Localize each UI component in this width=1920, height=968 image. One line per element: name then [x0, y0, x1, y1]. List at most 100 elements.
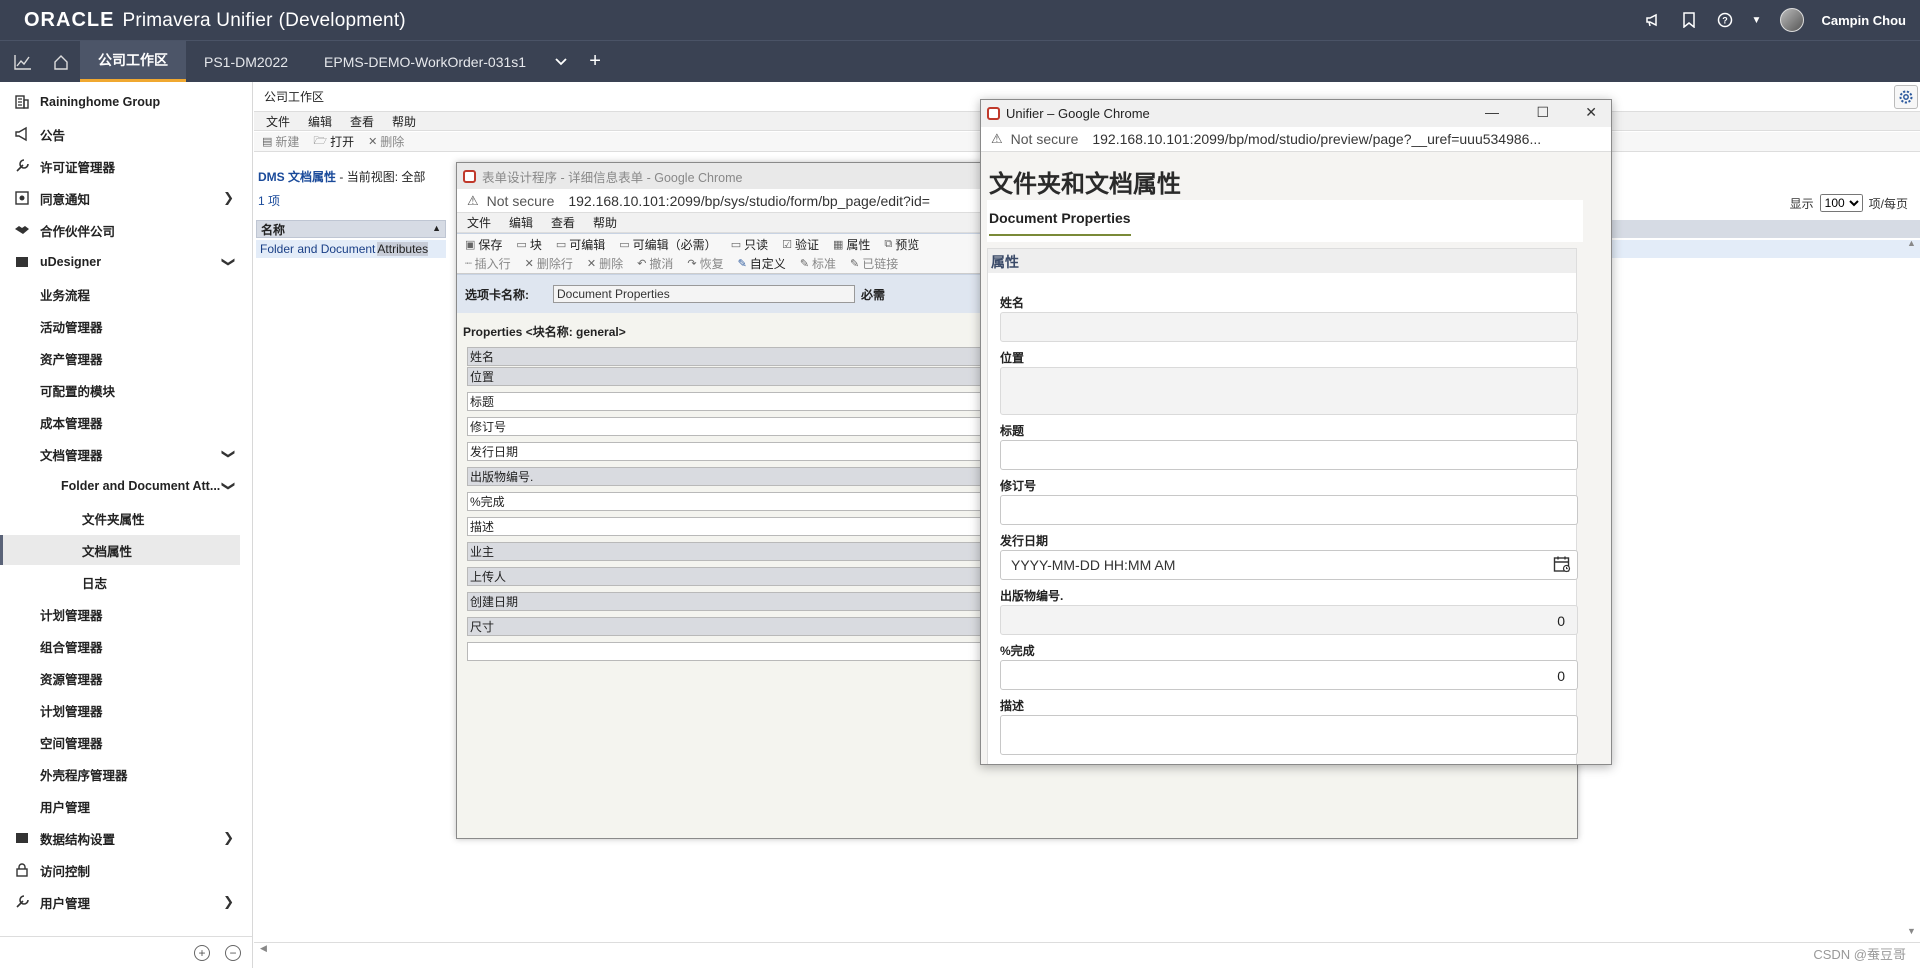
- sidebar-item-announcements[interactable]: 公告: [0, 119, 240, 149]
- sidebar-item-user-management[interactable]: 用户管理 ❯: [0, 887, 240, 917]
- designer-menu-help[interactable]: 帮助: [593, 214, 617, 231]
- form-row-created-date[interactable]: 创建日期: [467, 592, 987, 611]
- form-row-owner[interactable]: 业主: [467, 542, 987, 561]
- open-button[interactable]: 🗁 打开: [313, 132, 354, 151]
- chevron-down-icon[interactable]: ❯: [221, 257, 237, 268]
- form-row-uploaded-by[interactable]: 上传人: [467, 567, 987, 586]
- page-size-select[interactable]: 100: [1819, 194, 1863, 212]
- form-row-name[interactable]: 姓名: [467, 347, 987, 366]
- new-button[interactable]: ▤ 新建: [262, 133, 299, 150]
- undo-button[interactable]: ↶ 撤消: [637, 255, 673, 272]
- tab-document-properties[interactable]: Document Properties: [989, 210, 1131, 236]
- home-icon[interactable]: [42, 41, 80, 82]
- form-row-issue-date[interactable]: 发行日期: [467, 442, 987, 461]
- form-row-empty[interactable]: [467, 642, 987, 661]
- tab-ps1-dm2022[interactable]: PS1-DM2022: [186, 41, 306, 82]
- sidebar-item-document-manager[interactable]: 文档管理器 ❯: [0, 439, 240, 469]
- sidebar-item-license-manager[interactable]: 许可证管理器: [0, 151, 240, 181]
- menu-edit[interactable]: 编辑: [308, 113, 332, 130]
- sidebar-item-shell-manager[interactable]: 外壳程序管理器: [0, 759, 240, 789]
- tab-epms-demo[interactable]: EPMS-DEMO-WorkOrder-031s1: [306, 41, 544, 82]
- sidebar-item-folder-doc-attributes[interactable]: Folder and Document Att... ❯: [0, 471, 240, 501]
- help-dropdown-icon[interactable]: ▼: [1752, 11, 1762, 29]
- sidebar-item-schedule-manager[interactable]: 计划管理器: [0, 695, 240, 725]
- chevron-right-icon[interactable]: ❯: [223, 894, 234, 910]
- linked-button[interactable]: ✎ 已链接: [850, 255, 898, 272]
- scroll-left-icon[interactable]: ◀: [260, 943, 267, 954]
- preview-addressbar[interactable]: ⚠ Not secure 192.168.10.101:2099/bp/mod/…: [981, 127, 1611, 152]
- chevron-right-icon[interactable]: ❯: [223, 830, 234, 846]
- sidebar-item-log[interactable]: 日志: [0, 567, 240, 597]
- sidebar-item-consent-notice[interactable]: 同意通知 ❯: [0, 183, 240, 213]
- scroll-down-icon[interactable]: ▼: [1907, 926, 1916, 936]
- editable-required-button[interactable]: ▭ 可编辑（必需）: [619, 236, 716, 253]
- avatar[interactable]: [1779, 8, 1804, 32]
- preview-button[interactable]: ⧉ 预览: [884, 236, 919, 253]
- bookmark-icon[interactable]: [1680, 11, 1698, 29]
- sidebar-item-space-manager[interactable]: 空间管理器: [0, 727, 240, 757]
- sidebar-item-user-administration[interactable]: 用户管理: [0, 791, 240, 821]
- announcement-icon[interactable]: [1644, 11, 1662, 29]
- minimize-icon[interactable]: —: [1485, 104, 1499, 120]
- sidebar-item-company[interactable]: Raininghome Group: [0, 87, 240, 117]
- delete-row-button[interactable]: ✕ 删除行: [525, 255, 573, 272]
- properties-button[interactable]: ▦ 属性: [833, 236, 870, 253]
- sidebar-item-document-attributes[interactable]: 文档属性: [0, 535, 240, 565]
- sidebar-item-folder-attributes[interactable]: 文件夹属性: [0, 503, 240, 533]
- readonly-button[interactable]: ▭ 只读: [731, 236, 768, 253]
- form-row-title[interactable]: 标题: [467, 392, 987, 411]
- sidebar-item-access-control[interactable]: 访问控制: [0, 855, 240, 885]
- sidebar-item-activity-manager[interactable]: 活动管理器: [0, 311, 240, 341]
- add-tab-icon[interactable]: +: [578, 41, 612, 82]
- tab-company-workspace[interactable]: 公司工作区: [80, 41, 186, 82]
- delete-button[interactable]: ✕ 删除: [368, 133, 404, 150]
- sidebar-item-planning-manager[interactable]: 计划管理器: [0, 599, 240, 629]
- revision-input[interactable]: [1000, 495, 1578, 525]
- help-icon[interactable]: ?: [1716, 11, 1734, 29]
- maximize-icon[interactable]: ☐: [1536, 104, 1549, 121]
- form-row-pub-no[interactable]: 出版物编号.: [467, 467, 987, 486]
- form-row-size[interactable]: 尺寸: [467, 617, 987, 636]
- dashboard-icon[interactable]: [4, 41, 42, 82]
- table-row[interactable]: Folder and Document Attributes: [256, 240, 446, 258]
- issue-date-input[interactable]: YYYY-MM-DD HH:MM AM: [1000, 550, 1578, 580]
- vertical-scrollbar[interactable]: ▲ ▼: [1904, 238, 1920, 938]
- brand-logo[interactable]: ORACLE Primavera Unifier (Development): [24, 9, 406, 32]
- sidebar-item-cost-manager[interactable]: 成本管理器: [0, 407, 240, 437]
- sidebar-item-asset-manager[interactable]: 资产管理器: [0, 343, 240, 373]
- form-row-revision[interactable]: 修订号: [467, 417, 987, 436]
- form-row-location[interactable]: 位置: [467, 367, 987, 386]
- designer-menu-file[interactable]: 文件: [467, 214, 491, 231]
- sidebar-item-resource-manager[interactable]: 资源管理器: [0, 663, 240, 693]
- gear-icon[interactable]: [1894, 85, 1918, 109]
- custom-button[interactable]: ✎ 自定义: [738, 255, 786, 272]
- close-icon[interactable]: ✕: [1585, 104, 1597, 121]
- sidebar-item-business-processes[interactable]: 业务流程: [0, 279, 240, 309]
- percent-input[interactable]: 0: [1000, 660, 1578, 690]
- delete-field-button[interactable]: ✕ 删除: [587, 255, 623, 272]
- scroll-up-icon[interactable]: ▲: [1907, 238, 1916, 248]
- chevron-down-icon[interactable]: [544, 41, 578, 82]
- save-button[interactable]: ▣ 保存: [465, 236, 502, 253]
- sidebar-item-data-structure-setup[interactable]: 数据结构设置 ❯: [0, 823, 240, 853]
- horizontal-scrollbar[interactable]: ◀: [254, 942, 1920, 956]
- tab-name-input[interactable]: [553, 285, 855, 303]
- chevron-right-icon[interactable]: ❯: [223, 190, 234, 206]
- sidebar-item-portfolio-manager[interactable]: 组合管理器: [0, 631, 240, 661]
- expand-all-icon[interactable]: +: [194, 945, 210, 961]
- redo-button[interactable]: ↷ 恢复: [687, 255, 723, 272]
- username[interactable]: Campin Chou: [1822, 13, 1907, 28]
- designer-menu-view[interactable]: 查看: [551, 214, 575, 231]
- form-row-percent[interactable]: %完成: [467, 492, 987, 511]
- designer-menu-edit[interactable]: 编辑: [509, 214, 533, 231]
- sidebar-item-configurable-modules[interactable]: 可配置的模块: [0, 375, 240, 405]
- preview-titlebar[interactable]: Unifier – Google Chrome — ☐ ✕: [981, 100, 1611, 127]
- collapse-all-icon[interactable]: −: [225, 945, 241, 961]
- calendar-icon[interactable]: [1553, 555, 1571, 573]
- sidebar-item-udesigner[interactable]: uDesigner ❯: [0, 247, 240, 277]
- chevron-down-icon[interactable]: ❯: [221, 481, 237, 492]
- menu-view[interactable]: 查看: [350, 113, 374, 130]
- chevron-down-icon[interactable]: ❯: [221, 449, 237, 460]
- description-textarea[interactable]: [1000, 715, 1578, 755]
- menu-file[interactable]: 文件: [266, 113, 290, 130]
